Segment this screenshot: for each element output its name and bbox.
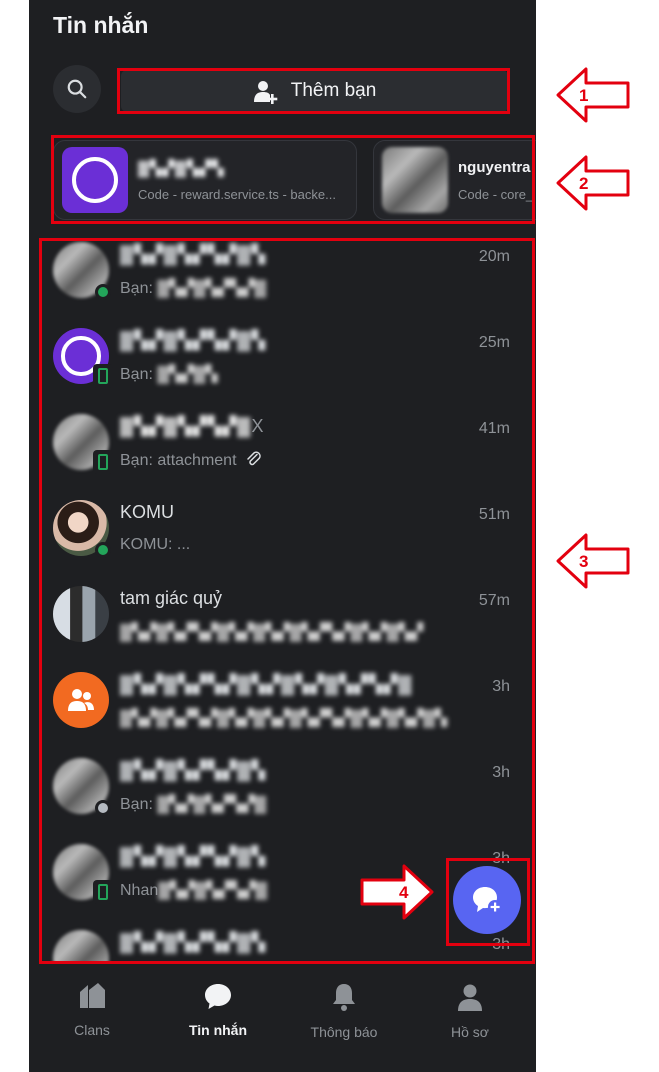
highlight-box-4 [446, 858, 530, 946]
nav-notifications[interactable]: Thông báo [281, 982, 407, 1040]
bottom-nav: Clans Tin nhắn Thông báo Hồ sơ [29, 964, 536, 1072]
nav-label: Tin nhắn [188, 1022, 248, 1038]
annotation-number: 3 [579, 552, 589, 571]
annotation-arrow-3 [556, 533, 630, 589]
nav-label: Hồ sơ [451, 1024, 489, 1040]
nav-clans[interactable]: Clans [29, 982, 155, 1038]
profile-icon [458, 984, 482, 1011]
nav-label: Clans [74, 1022, 110, 1038]
clans-icon [80, 983, 105, 1008]
annotation-number: 4 [399, 883, 409, 902]
annotation-number: 1 [579, 86, 589, 105]
search-icon [67, 79, 87, 99]
annotation-arrow-2 [556, 155, 630, 211]
chat-icon [205, 984, 231, 1009]
search-button[interactable] [53, 65, 101, 113]
annotation-number: 2 [579, 174, 589, 193]
nav-messages[interactable]: Tin nhắn [155, 982, 281, 1038]
nav-profile[interactable]: Hồ sơ [407, 982, 533, 1040]
annotation-arrow-1 [556, 67, 630, 123]
highlight-box-2 [51, 135, 535, 224]
page-title: Tin nhắn [53, 12, 149, 38]
highlight-box-1 [117, 68, 510, 114]
nav-label: Thông báo [310, 1024, 378, 1040]
highlight-box-3 [39, 238, 535, 964]
bell-icon [333, 984, 355, 1011]
annotation-arrow-4 [360, 864, 434, 920]
